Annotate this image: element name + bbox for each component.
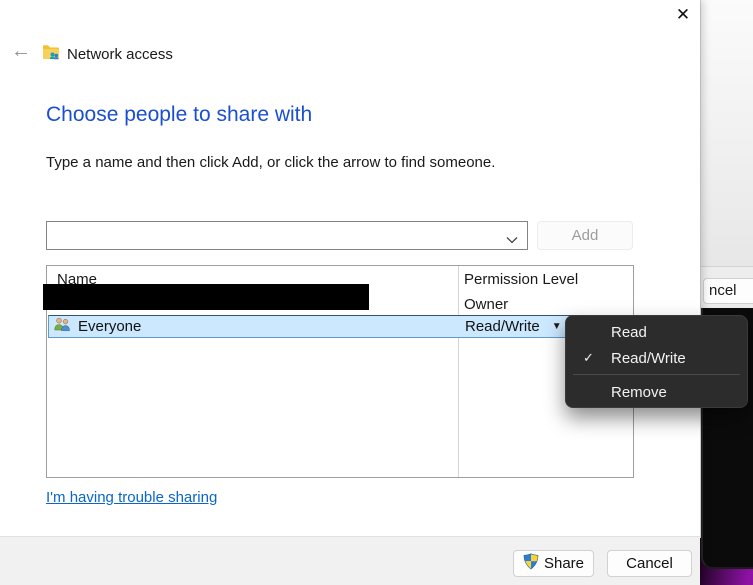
people-icon — [54, 317, 71, 336]
column-header-permission[interactable]: Permission Level — [464, 271, 578, 288]
page-title: Choose people to share with — [46, 103, 312, 127]
instruction-text: Type a name and then click Add, or click… — [46, 154, 495, 171]
cancel-button-label: Cancel — [626, 555, 673, 572]
share-button-label: Share — [544, 555, 584, 572]
share-button[interactable]: Share — [513, 550, 594, 577]
screen: ncel ✕ ← Network access Choose people to… — [0, 0, 753, 585]
menu-item-remove[interactable]: Remove — [566, 379, 747, 405]
check-icon: ✓ — [566, 350, 611, 366]
background-window-body — [700, 0, 753, 266]
cancel-button[interactable]: Cancel — [607, 550, 692, 577]
window-title: Network access — [67, 46, 173, 63]
dialog-footer: Share Cancel — [0, 536, 700, 585]
network-access-dialog: ✕ ← Network access Choose people to shar… — [0, 0, 700, 585]
menu-item-read-write-label: Read/Write — [611, 350, 686, 367]
menu-item-read[interactable]: Read — [566, 319, 747, 345]
add-button[interactable]: Add — [537, 221, 633, 250]
close-icon[interactable]: ✕ — [668, 2, 698, 28]
permission-context-menu: Read ✓ Read/Write Remove — [565, 315, 748, 408]
people-name-input[interactable] — [51, 225, 496, 246]
menu-item-read-write[interactable]: ✓ Read/Write — [566, 345, 747, 371]
menu-item-read-label: Read — [611, 324, 647, 341]
permission-value: Read/Write — [465, 318, 540, 335]
dropdown-arrow-icon: ▼ — [552, 321, 562, 332]
table-row-everyone[interactable]: Everyone Read/Write ▼ — [48, 315, 633, 338]
permission-dropdown[interactable]: Read/Write ▼ — [465, 316, 562, 337]
people-table: Name Permission Level Owner Everyone Re — [46, 265, 634, 478]
back-icon[interactable]: ← — [9, 40, 33, 64]
column-divider — [458, 266, 459, 477]
shared-folder-icon — [42, 44, 61, 65]
background-cancel-button[interactable]: ncel — [703, 278, 753, 304]
chevron-down-icon[interactable] — [506, 231, 518, 249]
people-combobox[interactable] — [46, 221, 528, 250]
trouble-sharing-link[interactable]: I'm having trouble sharing — [46, 489, 217, 506]
uac-shield-icon — [523, 553, 539, 574]
owner-permission-cell: Owner — [464, 296, 508, 313]
menu-item-remove-label: Remove — [611, 384, 667, 401]
table-row-redacted-name[interactable] — [43, 284, 369, 310]
menu-separator — [573, 374, 740, 375]
row-name-label: Everyone — [78, 318, 141, 335]
